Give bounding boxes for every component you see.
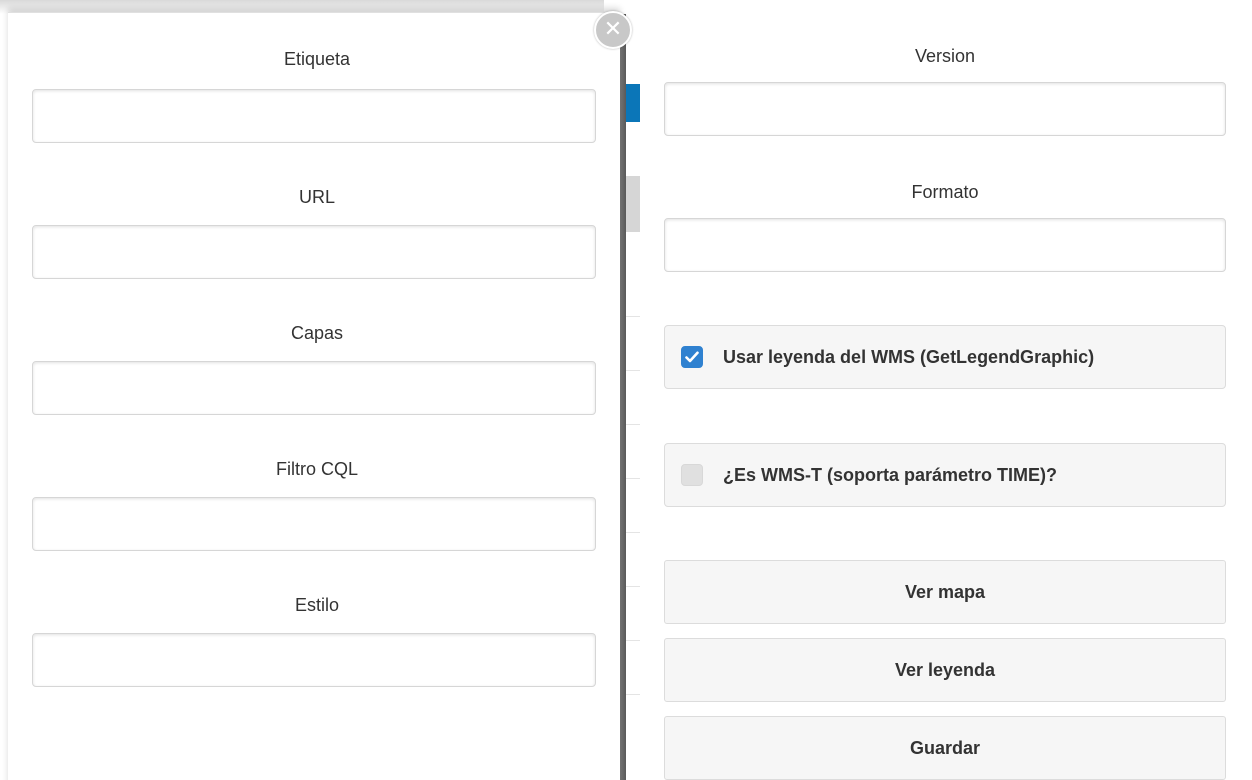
url-input[interactable] <box>32 225 596 279</box>
wmst-checkbox-label: ¿Es WMS-T (soporta parámetro TIME)? <box>723 464 1058 485</box>
view-map-button[interactable]: Ver mapa <box>664 560 1226 624</box>
label-filtro-cql: Filtro CQL <box>275 459 358 479</box>
close-icon: ✕ <box>603 17 623 42</box>
save-button[interactable]: Guardar <box>664 716 1226 780</box>
label-capas: Capas <box>290 323 344 343</box>
legend-checkbox-row[interactable]: Usar leyenda del WMS (GetLegendGraphic) <box>664 325 1226 389</box>
wmst-checkbox[interactable] <box>681 464 703 486</box>
version-input[interactable] <box>664 82 1226 136</box>
label-formato: Formato <box>911 182 979 202</box>
label-etiqueta: Etiqueta <box>283 49 351 69</box>
view-legend-button[interactable]: Ver leyenda <box>664 638 1226 702</box>
wmst-checkbox-row[interactable]: ¿Es WMS-T (soporta parámetro TIME)? <box>664 443 1226 507</box>
filtro-cql-input[interactable] <box>32 497 596 551</box>
legend-checkbox-label: Usar leyenda del WMS (GetLegendGraphic) <box>723 346 1095 367</box>
label-estilo: Estilo <box>294 595 339 615</box>
legend-checkbox[interactable] <box>681 346 703 368</box>
etiqueta-input[interactable] <box>32 89 596 143</box>
capas-input[interactable] <box>32 361 596 415</box>
label-version: Version <box>914 46 976 66</box>
label-url: URL <box>298 187 335 207</box>
layer-form-left: Etiqueta URL Capas Filtro CQL Estilo <box>8 12 620 780</box>
check-icon <box>685 351 699 363</box>
close-button[interactable]: ✕ <box>594 11 632 49</box>
panel-divider <box>620 14 626 780</box>
page: Etiqueta URL Capas Filtro CQL Estilo ✕ V… <box>0 0 1252 780</box>
estilo-input[interactable] <box>32 633 596 687</box>
layer-form-right: Version Formato Usar leyenda del WMS (Ge… <box>648 0 1252 780</box>
formato-input[interactable] <box>664 218 1226 272</box>
